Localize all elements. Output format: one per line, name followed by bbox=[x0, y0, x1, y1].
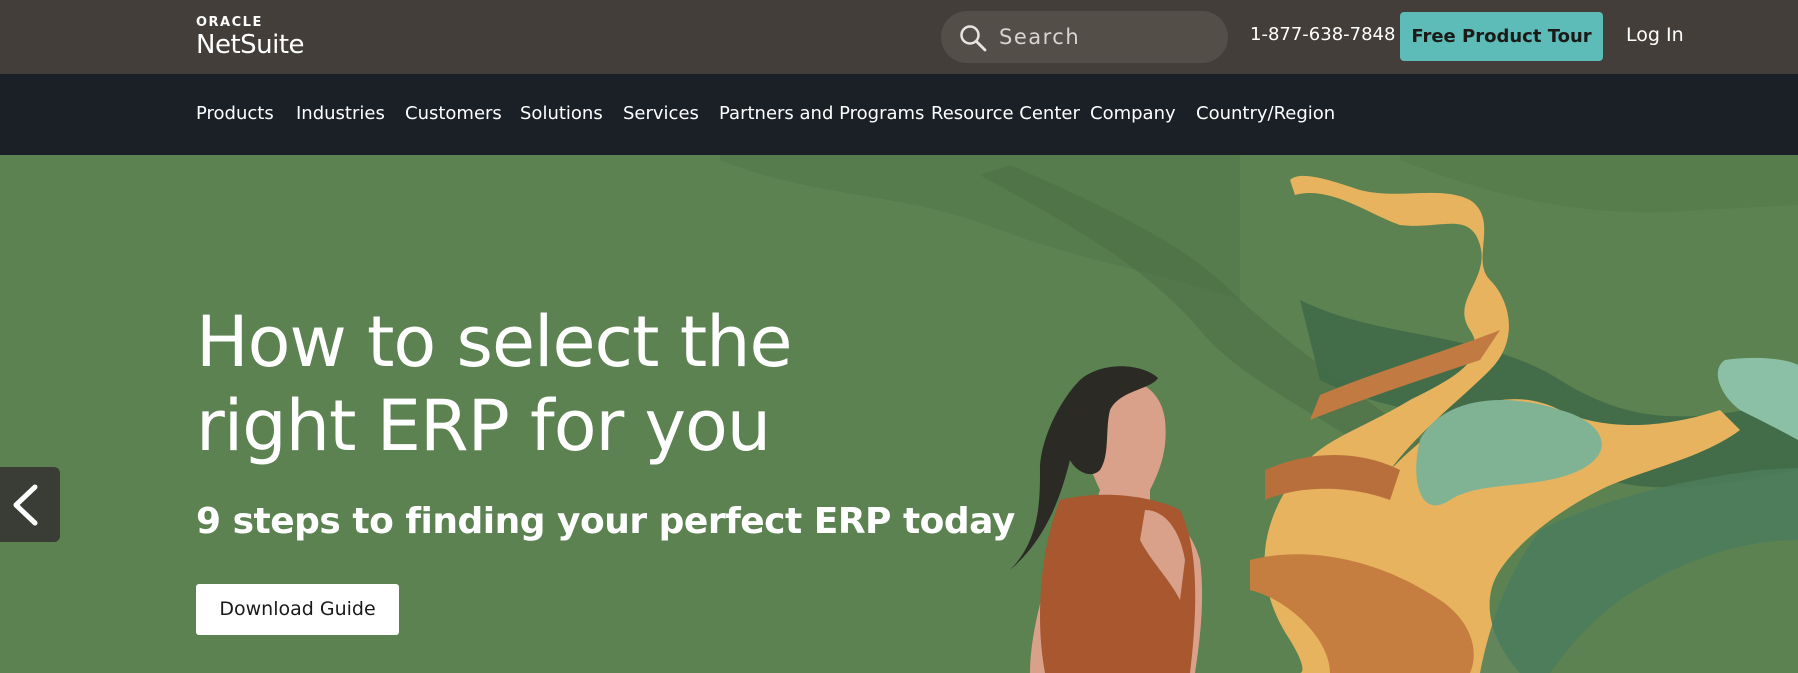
logo-oracle-text: ORACLE bbox=[196, 15, 263, 30]
carousel-prev-button[interactable] bbox=[0, 467, 60, 542]
nav-item-products[interactable]: Products bbox=[196, 101, 274, 127]
search-placeholder: Search bbox=[999, 25, 1081, 49]
search-icon bbox=[960, 25, 987, 52]
chevron-left-icon bbox=[13, 484, 38, 526]
nav-item-customers[interactable]: Customers bbox=[405, 101, 502, 127]
search-input[interactable]: Search bbox=[941, 11, 1228, 63]
login-link[interactable]: Log In bbox=[1626, 22, 1684, 48]
free-product-tour-button[interactable]: Free Product Tour bbox=[1400, 12, 1603, 61]
nav-item-country-region[interactable]: Country/Region bbox=[1196, 101, 1335, 127]
hero-subheadline: 9 steps to finding your perfect ERP toda… bbox=[196, 501, 1015, 542]
hero-headline-line2: right ERP for you bbox=[196, 385, 771, 467]
logo-netsuite-text: NetSuite bbox=[196, 30, 305, 60]
netsuite-logo[interactable]: ORACLE NetSuite bbox=[196, 15, 305, 61]
hero-headline: How to select the right ERP for you bbox=[196, 300, 896, 468]
nav-item-partners-and-programs[interactable]: Partners and Programs bbox=[719, 101, 924, 127]
top-utility-bar: ORACLE NetSuite Search 1-877-638-7848 Fr… bbox=[0, 0, 1798, 74]
nav-item-industries[interactable]: Industries bbox=[296, 101, 385, 127]
nav-item-solutions[interactable]: Solutions bbox=[520, 101, 603, 127]
nav-item-company[interactable]: Company bbox=[1090, 101, 1176, 127]
nav-item-resource-center[interactable]: Resource Center bbox=[931, 101, 1080, 127]
hero-headline-line1: How to select the bbox=[196, 301, 793, 383]
nav-item-services[interactable]: Services bbox=[623, 101, 699, 127]
phone-link[interactable]: 1-877-638-7848 bbox=[1250, 22, 1395, 48]
main-navigation: Products Industries Customers Solutions … bbox=[0, 74, 1798, 155]
download-guide-button[interactable]: Download Guide bbox=[196, 584, 399, 635]
